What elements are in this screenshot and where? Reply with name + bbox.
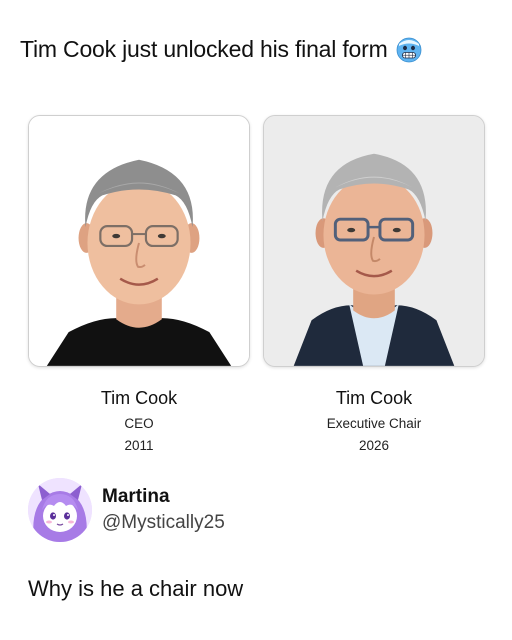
photo-card-2011 bbox=[28, 115, 250, 367]
display-name[interactable]: Martina bbox=[102, 486, 225, 508]
person-year: 2011 bbox=[124, 438, 154, 453]
reply-author[interactable]: Martina @Mystically25 bbox=[28, 478, 225, 542]
person-role: CEO bbox=[124, 416, 154, 431]
cold-face-emoji-icon bbox=[396, 37, 422, 63]
person-name: Tim Cook bbox=[100, 388, 178, 408]
avatar[interactable] bbox=[28, 478, 92, 542]
person-year: 2026 bbox=[358, 438, 390, 453]
reply-author-text: Martina @Mystically25 bbox=[102, 486, 225, 534]
caption-text: Tim Cook just unlocked his final form bbox=[20, 36, 388, 62]
user-handle[interactable]: @Mystically25 bbox=[102, 512, 225, 534]
meme-post: Tim Cook just unlocked his final form Ti… bbox=[0, 0, 512, 640]
reply-text: Why is he a chair now bbox=[28, 576, 244, 601]
anime-girl-avatar-icon bbox=[28, 478, 92, 542]
card-info-2026: Tim Cook Executive Chair 2026 bbox=[263, 388, 485, 453]
portrait-ceo-photo bbox=[29, 116, 249, 366]
card-info-2011: Tim Cook CEO 2011 bbox=[28, 388, 250, 453]
person-name: Tim Cook bbox=[335, 388, 413, 408]
photo-card-2026 bbox=[263, 115, 485, 367]
post-caption: Tim Cook just unlocked his final form bbox=[20, 36, 422, 63]
portrait-executive-chair-photo bbox=[264, 116, 484, 366]
person-role: Executive Chair bbox=[326, 416, 422, 431]
